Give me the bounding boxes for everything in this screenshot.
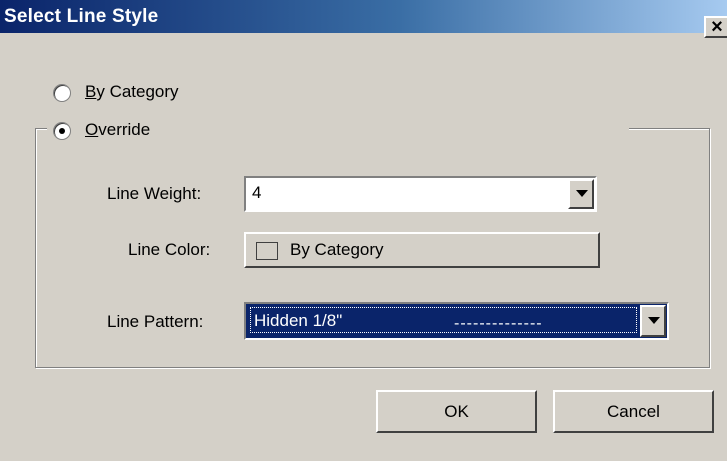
line-weight-dropdown[interactable]: 4 bbox=[244, 176, 597, 212]
focus-rectangle bbox=[250, 307, 637, 333]
color-swatch bbox=[256, 242, 278, 260]
line-pattern-dropdown[interactable]: Hidden 1/8" -------------- bbox=[244, 302, 669, 340]
line-color-value: By Category bbox=[290, 240, 384, 259]
line-weight-label: Line Weight: bbox=[107, 184, 202, 203]
line-pattern-dropdown-button[interactable] bbox=[640, 305, 666, 337]
chevron-down-icon bbox=[648, 317, 660, 324]
line-color-label: Line Color: bbox=[128, 240, 211, 259]
chevron-down-icon bbox=[576, 190, 588, 197]
radio-selected-dot bbox=[59, 128, 65, 134]
line-weight-value: 4 bbox=[252, 183, 262, 202]
window-title: Select Line Style bbox=[4, 6, 159, 27]
close-button[interactable]: × bbox=[704, 16, 727, 38]
line-weight-dropdown-button[interactable] bbox=[568, 179, 594, 209]
line-pattern-label: Line Pattern: bbox=[107, 312, 204, 331]
ok-button[interactable]: OK bbox=[376, 390, 537, 433]
by-category-radio[interactable] bbox=[53, 84, 71, 102]
by-category-label[interactable]: By Category bbox=[85, 82, 179, 102]
line-color-button[interactable]: By Category bbox=[244, 232, 600, 268]
override-label[interactable]: Override bbox=[85, 120, 150, 140]
cancel-button[interactable]: Cancel bbox=[553, 390, 714, 433]
override-radio[interactable] bbox=[53, 122, 71, 140]
title-bar: Select Line Style bbox=[0, 0, 727, 33]
close-icon: × bbox=[711, 16, 723, 38]
